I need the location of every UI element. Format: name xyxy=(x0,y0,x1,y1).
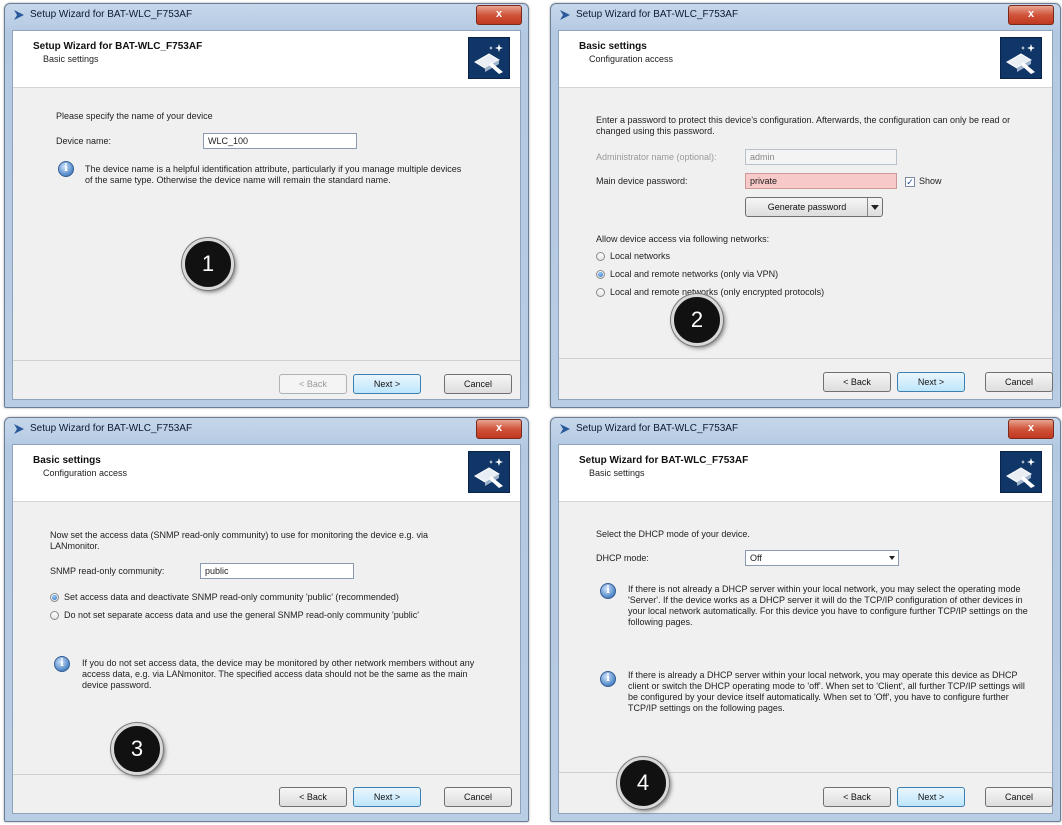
step-marker-2: 2 xyxy=(671,294,723,346)
header-subtitle: Configuration access xyxy=(589,54,674,64)
intro-text: Enter a password to protect this device’… xyxy=(596,115,1011,136)
window-title: Setup Wizard for BAT-WLC_F753AF xyxy=(576,9,739,20)
radio-label: Local networks xyxy=(610,251,671,261)
header-subtitle: Basic settings xyxy=(589,468,645,478)
wizard-app-icon xyxy=(14,424,24,434)
wizard-window-1: Setup Wizard for BAT-WLC_F753AF x Setup … xyxy=(4,3,529,408)
instruction-text: Select the DHCP mode of your device. xyxy=(596,529,750,539)
radio-button[interactable] xyxy=(596,288,605,297)
wizard-magic-icon xyxy=(1000,37,1042,79)
header-title: Basic settings xyxy=(33,455,101,466)
info-icon: i xyxy=(58,161,74,177)
intro-text: Now set the access data (SNMP read-only … xyxy=(50,530,429,551)
next-button[interactable]: Next > xyxy=(897,787,965,807)
wizard-header: Basic settings Configuration access xyxy=(13,445,520,502)
access-networks-label: Allow device access via following networ… xyxy=(596,234,770,244)
info-text: The device name is a helpful identificat… xyxy=(85,164,462,185)
radio-button-selected[interactable] xyxy=(50,593,59,602)
close-button[interactable]: x xyxy=(476,419,522,439)
step-marker-3: 3 xyxy=(111,723,163,775)
admin-name-label: Administrator name (optional): xyxy=(596,152,717,162)
info-text: If you do not set access data, the devic… xyxy=(82,658,475,690)
info-text-server: If there is not already a DHCP server wi… xyxy=(628,584,1028,627)
radio-label: Do not set separate access data and use … xyxy=(64,610,419,620)
radio-label: Local and remote networks (only encrypte… xyxy=(610,287,825,297)
footer-divider xyxy=(559,358,1052,359)
header-subtitle: Configuration access xyxy=(43,468,128,478)
window-title: Setup Wizard for BAT-WLC_F753AF xyxy=(30,423,193,434)
password-input[interactable]: private xyxy=(745,173,897,189)
wizard-app-icon xyxy=(560,10,570,20)
wizard-magic-icon xyxy=(1000,451,1042,493)
wizard-magic-icon xyxy=(468,451,510,493)
info-icon: i xyxy=(600,583,616,599)
back-button[interactable]: < Back xyxy=(823,787,891,807)
dhcp-mode-value: Off xyxy=(750,553,762,563)
snmp-community-input[interactable]: public xyxy=(200,563,354,579)
header-subtitle: Basic settings xyxy=(43,54,99,64)
dhcp-mode-select[interactable]: Off xyxy=(745,550,899,566)
generate-password-button[interactable]: Generate password xyxy=(745,197,883,217)
device-name-input[interactable]: WLC_100 xyxy=(203,133,357,149)
cancel-button[interactable]: Cancel xyxy=(444,374,512,394)
header-title: Setup Wizard for BAT-WLC_F753AF xyxy=(33,41,203,52)
cancel-button[interactable]: Cancel xyxy=(444,787,512,807)
snmp-community-label: SNMP read-only community: xyxy=(50,566,165,576)
close-button[interactable]: x xyxy=(1008,5,1054,25)
wizard-header: Setup Wizard for BAT-WLC_F753AF Basic se… xyxy=(559,445,1052,502)
wizard-client-area: Setup Wizard for BAT-WLC_F753AF Basic se… xyxy=(12,30,521,400)
title-bar[interactable]: Setup Wizard for BAT-WLC_F753AF x xyxy=(5,418,528,444)
next-button[interactable]: Next > xyxy=(353,374,421,394)
wizard-window-2: Setup Wizard for BAT-WLC_F753AF x Basic … xyxy=(550,3,1061,408)
cancel-button[interactable]: Cancel xyxy=(985,372,1053,392)
title-bar[interactable]: Setup Wizard for BAT-WLC_F753AF x xyxy=(551,418,1060,444)
show-password-label: Show xyxy=(919,176,942,186)
step-marker-1: 1 xyxy=(182,238,234,290)
close-button[interactable]: x xyxy=(476,5,522,25)
next-button[interactable]: Next > xyxy=(353,787,421,807)
wizard-app-icon xyxy=(560,424,570,434)
window-title: Setup Wizard for BAT-WLC_F753AF xyxy=(30,9,193,20)
close-button[interactable]: x xyxy=(1008,419,1054,439)
cancel-button[interactable]: Cancel xyxy=(985,787,1053,807)
show-password-checkbox[interactable]: ✓ xyxy=(905,177,915,187)
wizard-window-3: Setup Wizard for BAT-WLC_F753AF x Basic … xyxy=(4,417,529,822)
back-button[interactable]: < Back xyxy=(823,372,891,392)
info-text-client: If there is already a DHCP server within… xyxy=(628,670,1025,713)
radio-label: Set access data and deactivate SNMP read… xyxy=(64,592,399,602)
footer-divider xyxy=(13,774,520,775)
dropdown-arrow-icon[interactable] xyxy=(867,198,882,216)
wizard-header: Setup Wizard for BAT-WLC_F753AF Basic se… xyxy=(13,31,520,88)
wizard-client-area: Basic settings Configuration access Now … xyxy=(12,444,521,814)
header-title: Basic settings xyxy=(579,41,647,52)
wizard-client-area: Basic settings Configuration access Ente… xyxy=(558,30,1053,400)
wizard-magic-icon xyxy=(468,37,510,79)
info-icon: i xyxy=(54,656,70,672)
header-title: Setup Wizard for BAT-WLC_F753AF xyxy=(579,455,749,466)
chevron-down-icon[interactable] xyxy=(889,556,895,560)
window-title: Setup Wizard for BAT-WLC_F753AF xyxy=(576,423,739,434)
title-bar[interactable]: Setup Wizard for BAT-WLC_F753AF x xyxy=(5,4,528,30)
radio-label: Local and remote networks (only via VPN) xyxy=(610,269,779,279)
dhcp-mode-label: DHCP mode: xyxy=(596,553,649,563)
device-name-label: Device name: xyxy=(56,136,112,146)
back-button[interactable]: < Back xyxy=(279,787,347,807)
footer-divider xyxy=(13,360,520,361)
admin-name-input[interactable]: admin xyxy=(745,149,897,165)
wizard-app-icon xyxy=(14,10,24,20)
radio-button-selected[interactable] xyxy=(596,270,605,279)
radio-button[interactable] xyxy=(50,611,59,620)
step-marker-4: 4 xyxy=(617,757,669,809)
instruction-text: Please specify the name of your device xyxy=(56,111,213,121)
password-label: Main device password: xyxy=(596,176,688,186)
generate-password-label: Generate password xyxy=(767,202,847,212)
title-bar[interactable]: Setup Wizard for BAT-WLC_F753AF x xyxy=(551,4,1060,30)
next-button[interactable]: Next > xyxy=(897,372,965,392)
back-button[interactable]: < Back xyxy=(279,374,347,394)
radio-button[interactable] xyxy=(596,252,605,261)
wizard-header: Basic settings Configuration access xyxy=(559,31,1052,88)
info-icon: i xyxy=(600,671,616,687)
